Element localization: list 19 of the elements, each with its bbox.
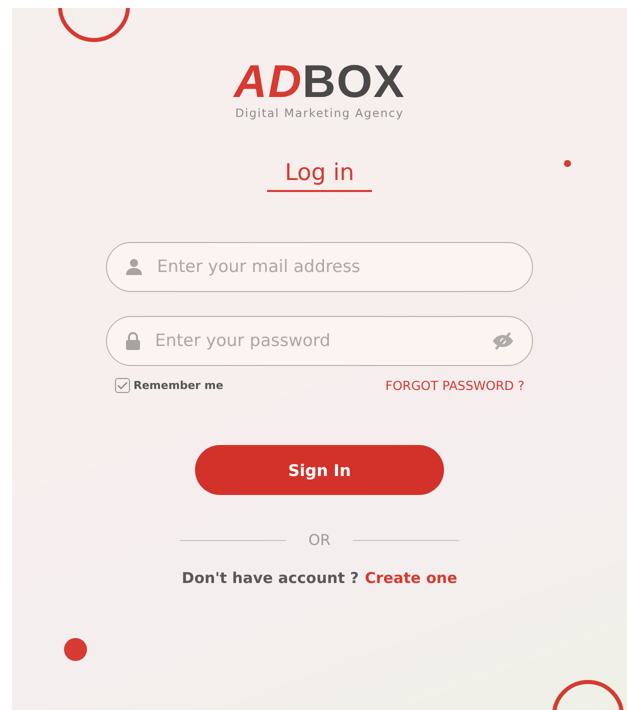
user-icon — [125, 258, 143, 276]
remember-label: Remember me — [134, 379, 224, 392]
lock-icon — [125, 332, 141, 350]
password-input[interactable]: Enter your password — [153, 330, 480, 352]
remember-checkbox[interactable] — [114, 378, 130, 393]
sign-in-button[interactable]: Sign In — [195, 445, 444, 495]
email-field[interactable]: Enter your mail address — [106, 242, 533, 292]
dot-decoration — [564, 160, 571, 167]
create-account-link[interactable]: Create one — [364, 569, 458, 587]
forgot-password-link[interactable]: FORGOT PASSWORD ? — [385, 378, 524, 393]
dot-decoration — [64, 638, 87, 661]
divider-label: OR — [308, 531, 331, 549]
page-heading: Log in — [266, 160, 372, 192]
eye-slash-icon[interactable] — [492, 332, 514, 350]
logo-wordmark: ADBOX — [234, 58, 406, 104]
logo-tagline: Digital Marketing Agency — [235, 106, 404, 120]
signup-prompt: Don't have account ? — [182, 569, 359, 587]
password-field[interactable]: Enter your password — [106, 316, 533, 366]
email-input[interactable]: Enter your mail address — [155, 256, 514, 278]
